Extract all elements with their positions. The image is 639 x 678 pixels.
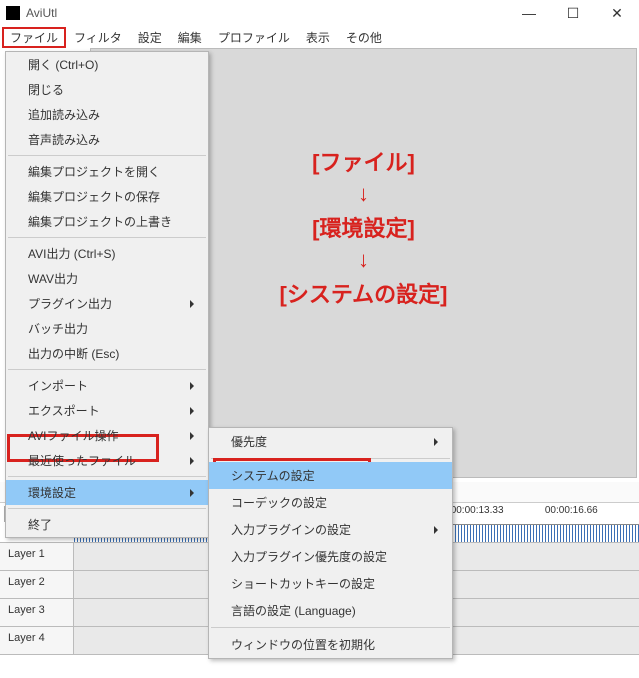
env-submenu-item[interactable]: 入力プラグイン優先度の設定	[209, 543, 452, 570]
file-menu-item[interactable]: バッチ出力	[6, 316, 208, 341]
file-menu-item[interactable]: インポート	[6, 373, 208, 398]
close-button[interactable]: ✕	[595, 0, 639, 26]
menu-filter[interactable]: フィルタ	[66, 27, 130, 48]
time-label: 00:00:16.66	[545, 505, 639, 516]
file-menu-item[interactable]: 音声読み込み	[6, 127, 208, 152]
env-submenu-item[interactable]: コーデックの設定	[209, 489, 452, 516]
file-menu-item[interactable]: プラグイン出力	[6, 291, 208, 316]
menu-view[interactable]: 表示	[298, 27, 338, 48]
app-icon	[6, 6, 20, 20]
file-menu-item[interactable]: AVIファイル操作	[6, 423, 208, 448]
file-menu-item[interactable]: 最近使ったファイル	[6, 448, 208, 473]
env-submenu-item[interactable]: 入力プラグインの設定	[209, 516, 452, 543]
file-menu-item[interactable]: 閉じる	[6, 77, 208, 102]
file-menu-item[interactable]: WAV出力	[6, 266, 208, 291]
env-submenu-item[interactable]: ショートカットキーの設定	[209, 570, 452, 597]
file-menu-item[interactable]: エクスポート	[6, 398, 208, 423]
file-menu-item[interactable]: 出力の中断 (Esc)	[6, 341, 208, 366]
file-menu-item[interactable]: AVI出力 (Ctrl+S)	[6, 241, 208, 266]
title-bar: AviUtl — ☐ ✕	[0, 0, 639, 26]
file-menu-item[interactable]: 編集プロジェクトの保存	[6, 184, 208, 209]
menu-other[interactable]: その他	[338, 27, 390, 48]
env-submenu-item[interactable]: システムの設定	[209, 462, 452, 489]
file-menu-item[interactable]: 編集プロジェクトの上書き	[6, 209, 208, 234]
layer-label: Layer 3	[0, 599, 74, 626]
menu-file[interactable]: ファイル	[2, 27, 66, 48]
layer-label: Layer 4	[0, 627, 74, 654]
minimize-button[interactable]: —	[507, 0, 551, 26]
file-menu-item[interactable]: 環境設定	[6, 480, 208, 505]
menu-bar: ファイル フィルタ 設定 編集 プロファイル 表示 その他	[0, 26, 639, 48]
layer-label: Layer 1	[0, 543, 74, 570]
file-menu-item[interactable]: 開く (Ctrl+O)	[6, 52, 208, 77]
env-submenu-dropdown: 優先度システムの設定コーデックの設定入力プラグインの設定入力プラグイン優先度の設…	[208, 427, 453, 659]
env-submenu-item[interactable]: ウィンドウの位置を初期化	[209, 631, 452, 658]
app-title: AviUtl	[26, 6, 57, 20]
menu-profile[interactable]: プロファイル	[210, 27, 298, 48]
env-submenu-item[interactable]: 言語の設定 (Language)	[209, 597, 452, 624]
maximize-button[interactable]: ☐	[551, 0, 595, 26]
menu-settings[interactable]: 設定	[130, 27, 170, 48]
menu-edit[interactable]: 編集	[170, 27, 210, 48]
file-menu-item[interactable]: 追加読み込み	[6, 102, 208, 127]
time-label: 00:00:13.33	[451, 505, 545, 516]
layer-label: Layer 2	[0, 571, 74, 598]
file-menu-item[interactable]: 編集プロジェクトを開く	[6, 159, 208, 184]
file-menu-item[interactable]: 終了	[6, 512, 208, 537]
file-menu-dropdown: 開く (Ctrl+O)閉じる追加読み込み音声読み込み編集プロジェクトを開く編集プ…	[5, 51, 209, 538]
env-submenu-item[interactable]: 優先度	[209, 428, 452, 455]
